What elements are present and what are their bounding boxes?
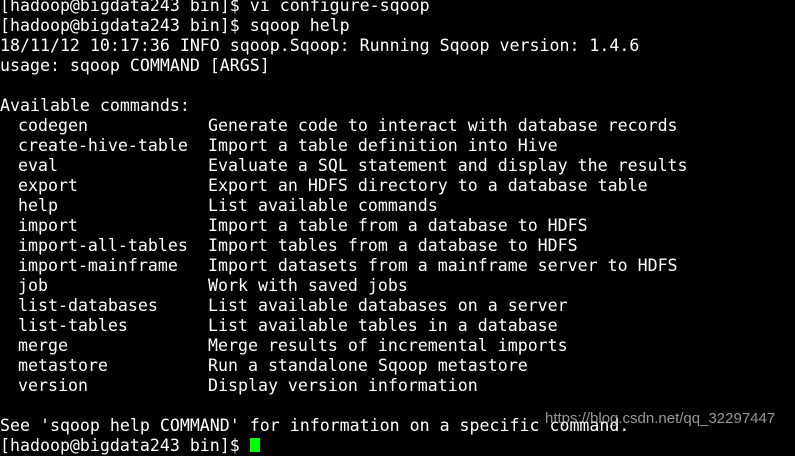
- command-description: Export an HDFS directory to a database t…: [208, 176, 648, 195]
- command-description: List available tables in a database: [208, 316, 558, 335]
- command-description: Import tables from a database to HDFS: [208, 236, 578, 255]
- command-row: eval Evaluate a SQL statement and display…: [0, 156, 795, 176]
- terminal-window[interactable]: [hadoop@bigdata243 bin]$ vi configure-sq…: [0, 0, 795, 456]
- command-name: help: [18, 196, 58, 215]
- command-row: help List available commands: [0, 196, 795, 216]
- command-name: merge: [18, 336, 68, 355]
- watermark-text: https://blog.csdn.net/qq_32297447: [545, 410, 776, 427]
- command-row: version Display version information: [0, 376, 795, 396]
- command-name: import: [18, 216, 78, 235]
- command-description: List available commands: [208, 196, 438, 215]
- command-description: Import a table definition into Hive: [208, 136, 558, 155]
- command-description: Evaluate a SQL statement and display the…: [208, 156, 688, 175]
- command-description: Merge results of incremental imports: [208, 336, 568, 355]
- command-row: list-tables List available tables in a da…: [0, 316, 795, 336]
- sqoop-version-info-line: 18/11/12 10:17:36 INFO sqoop.Sqoop: Runn…: [0, 36, 640, 55]
- command-name: create-hive-table: [18, 136, 188, 155]
- command-name: export: [18, 176, 78, 195]
- shell-prompt: [hadoop@bigdata243 bin]$: [0, 436, 250, 455]
- command-name: eval: [18, 156, 58, 175]
- command-name: list-databases: [18, 296, 158, 315]
- command-row: metastore Run a standalone Sqoop metastor…: [0, 356, 795, 376]
- command-row: list-databases List available databases o…: [0, 296, 795, 316]
- command-row: codegen Generate code to interact with da…: [0, 116, 795, 136]
- command-row: import Import a table from a database to …: [0, 216, 795, 236]
- available-commands-heading: Available commands:: [0, 96, 190, 115]
- command-row: import-all-tables Import tables from a da…: [0, 236, 795, 256]
- command-description: Import datasets from a mainframe server …: [208, 256, 678, 275]
- command-description: Generate code to interact with database …: [208, 116, 678, 135]
- command-description: List available databases on a server: [208, 296, 568, 315]
- command-row: merge Merge results of incremental import…: [0, 336, 795, 356]
- command-row: job Work with saved jobs: [0, 276, 795, 296]
- command-description: Work with saved jobs: [208, 276, 408, 295]
- command-name: import-mainframe: [18, 256, 178, 275]
- terminal-cursor[interactable]: [249, 438, 260, 452]
- command-row: export Export an HDFS directory to a data…: [0, 176, 795, 196]
- command-name: job: [18, 276, 48, 295]
- usage-line: usage: sqoop COMMAND [ARGS]: [0, 56, 270, 75]
- command-row: import-mainframe Import datasets from a m…: [0, 256, 795, 276]
- sqoop-help-command-line: [hadoop@bigdata243 bin]$ sqoop help: [0, 16, 350, 35]
- command-description: Display version information: [208, 376, 478, 395]
- command-row: create-hive-table Import a table definiti…: [0, 136, 795, 156]
- command-name: import-all-tables: [18, 236, 188, 255]
- command-name: list-tables: [18, 316, 128, 335]
- previous-command-line: [hadoop@bigdata243 bin]$ vi configure-sq…: [0, 0, 430, 15]
- command-name: codegen: [18, 116, 88, 135]
- command-description: Run a standalone Sqoop metastore: [208, 356, 528, 375]
- command-name: metastore: [18, 356, 108, 375]
- command-description: Import a table from a database to HDFS: [208, 216, 588, 235]
- prompt-line[interactable]: [hadoop@bigdata243 bin]$: [0, 436, 795, 456]
- command-name: version: [18, 376, 88, 395]
